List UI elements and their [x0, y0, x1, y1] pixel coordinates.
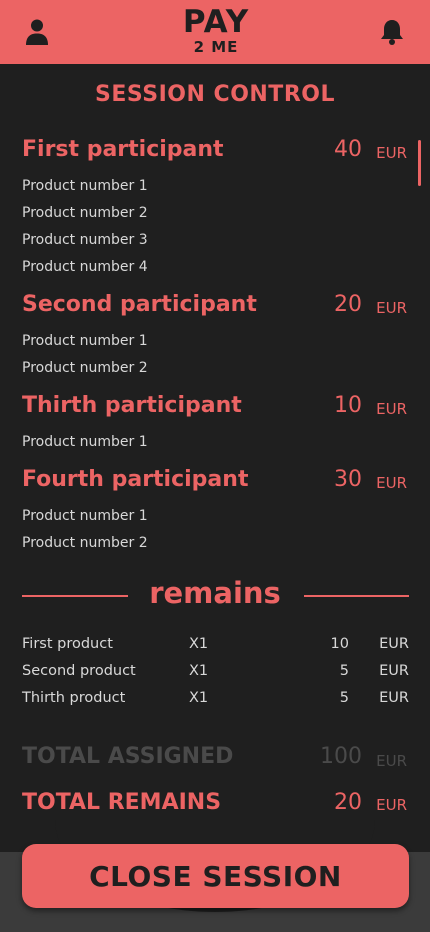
remains-product-amount: 5	[339, 690, 349, 706]
remains-product-name: First product	[22, 636, 113, 652]
bell-icon	[381, 20, 403, 45]
close-session-button[interactable]: CLOSE SESSION	[22, 844, 409, 908]
total-assigned-label: TOTAL ASSIGNED	[22, 744, 234, 769]
remains-product-currency: EUR	[379, 663, 409, 679]
app-logo: PAY 2 ME	[170, 4, 262, 58]
product-item: Product number 2	[22, 535, 148, 551]
remains-product-qty: X1	[189, 636, 209, 652]
participant-currency: EUR	[376, 144, 407, 162]
remains-title: remains	[149, 576, 281, 610]
participant-name: Second participant	[22, 292, 257, 317]
page-title: SESSION CONTROL	[95, 82, 335, 107]
notifications-button[interactable]	[374, 14, 410, 50]
remains-product-qty: X1	[189, 690, 209, 706]
product-item: Product number 2	[22, 360, 148, 376]
product-item: Product number 1	[22, 508, 148, 524]
product-item: Product number 1	[22, 178, 148, 194]
product-item: Product number 1	[22, 434, 148, 450]
product-item: Product number 3	[22, 232, 148, 248]
remains-product-name: Second product	[22, 663, 136, 679]
profile-button[interactable]	[19, 14, 55, 50]
remains-product-qty: X1	[189, 663, 209, 679]
logo-main: PAY	[182, 4, 250, 40]
participant-currency: EUR	[376, 474, 407, 492]
remains-product-amount: 10	[330, 636, 349, 652]
divider-right	[304, 595, 409, 597]
remains-product-currency: EUR	[379, 690, 409, 706]
total-remains-label: TOTAL REMAINS	[22, 790, 222, 815]
remains-product-currency: EUR	[379, 636, 409, 652]
product-item: Product number 2	[22, 205, 148, 221]
participant-amount: 20	[334, 292, 362, 317]
scrollbar[interactable]	[418, 140, 421, 186]
participant-name: Thirth participant	[22, 393, 242, 418]
total-remains-currency: EUR	[376, 796, 407, 814]
total-remains-amount: 20	[334, 790, 362, 815]
product-item: Product number 1	[22, 333, 148, 349]
participant-currency: EUR	[376, 400, 407, 418]
participant-currency: EUR	[376, 299, 407, 317]
app-header: PAY 2 ME	[0, 0, 430, 64]
user-icon	[26, 19, 48, 45]
participant-name: Fourth participant	[22, 467, 249, 492]
total-assigned-amount: 100	[320, 744, 362, 769]
participant-name: First participant	[22, 137, 224, 162]
remains-product-amount: 5	[339, 663, 349, 679]
remains-product-name: Thirth product	[22, 690, 126, 706]
participant-amount: 10	[334, 393, 362, 418]
participant-amount: 30	[334, 467, 362, 492]
participant-amount: 40	[334, 137, 362, 162]
total-assigned-currency: EUR	[376, 752, 407, 770]
product-item: Product number 4	[22, 259, 148, 275]
logo-sub: 2 ME	[193, 38, 239, 56]
